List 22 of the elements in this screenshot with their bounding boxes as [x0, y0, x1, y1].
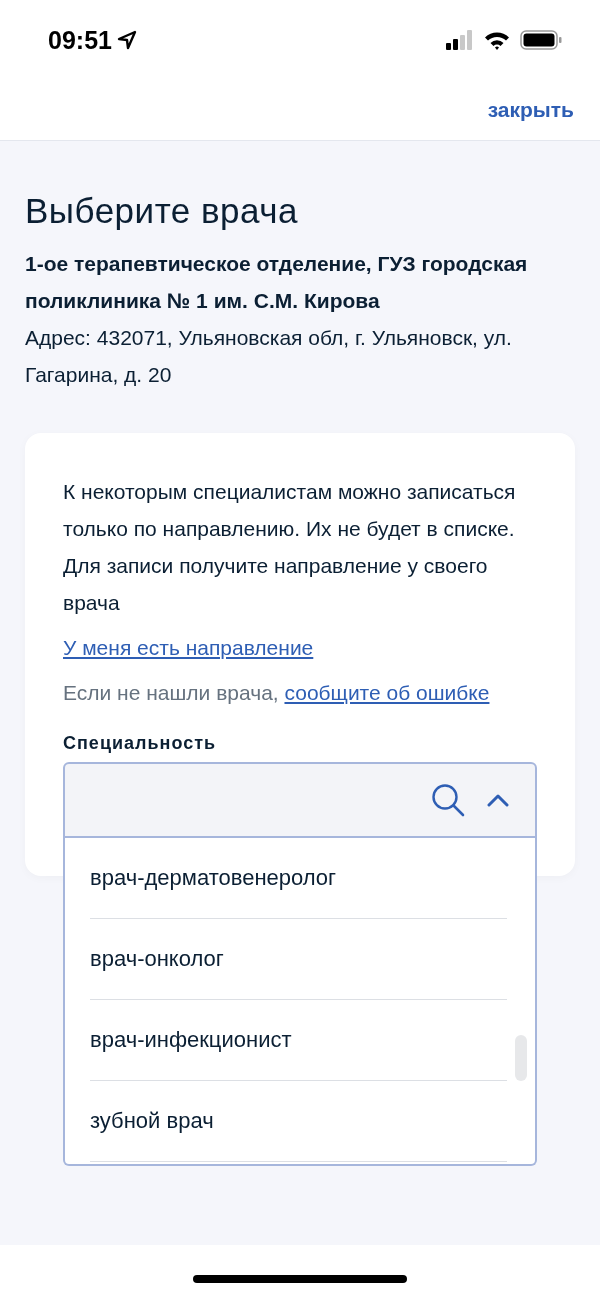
- department-name: 1-ое терапевтическое отделение, ГУЗ городская поликлиника № 1 им. С.М. Кирова: [25, 251, 529, 314]
- scrollbar-thumb[interactable]: [515, 1035, 527, 1081]
- field-label: Специальность: [63, 733, 218, 754]
- referral-note: К некоторым специалистам можно записаться только по направлению. Их не будет в списке. Для записи получите направление у своего врача: [63, 479, 517, 616]
- specialty-field[interactable]: [63, 762, 537, 838]
- address-text: Адрес: 432071, Ульяновская обл, г. Ульяновск, ул. Гагарина, д. 20: [25, 325, 513, 388]
- signal-icon: [446, 30, 474, 50]
- report-error-link[interactable]: сообщите об ошибке: [284, 681, 490, 704]
- status-time: 09:51: [48, 25, 112, 55]
- page-title: Выберите врача: [25, 191, 299, 231]
- close-link[interactable]: закрыть: [487, 98, 574, 122]
- report-text: Если не нашли врача, сообщите об ошибке: [63, 680, 491, 706]
- dropdown-option[interactable]: врач-дерматовенеролог: [90, 838, 507, 919]
- search-icon: [431, 783, 465, 817]
- referral-link[interactable]: У меня есть направление: [63, 629, 314, 666]
- chevron-up-icon[interactable]: [487, 793, 509, 807]
- dropdown-option[interactable]: зубной врач: [90, 1081, 507, 1162]
- wifi-icon: [484, 30, 510, 50]
- dropdown-option[interactable]: врач-онколог: [90, 919, 507, 1000]
- battery-icon: [520, 30, 562, 50]
- dropdown-option[interactable]: врач-инфекционист: [90, 1000, 507, 1081]
- location-arrow-icon: [115, 29, 138, 51]
